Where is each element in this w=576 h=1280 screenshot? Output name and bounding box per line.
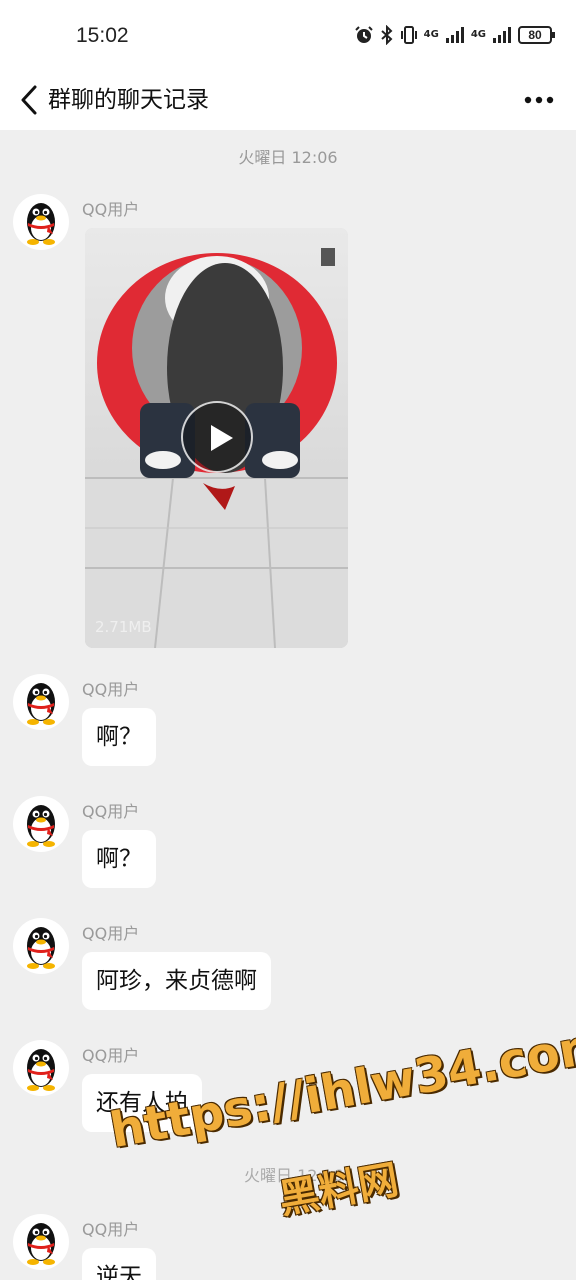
qq-penguin-icon — [27, 1223, 55, 1265]
video-thumbnail[interactable]: 2.71MB — [85, 228, 348, 648]
message-bubble[interactable]: 阿珍，来贞德啊 — [82, 952, 271, 1010]
avatar[interactable] — [13, 1214, 69, 1270]
sender-name: QQ用户 — [82, 680, 140, 699]
signal-icon — [493, 27, 511, 43]
play-icon[interactable] — [181, 401, 253, 473]
message-bubble[interactable]: 啊？ — [82, 830, 156, 888]
qq-penguin-icon — [27, 805, 55, 847]
qq-penguin-icon — [27, 927, 55, 969]
page-title: 群聊的聊天记录 — [48, 87, 209, 113]
time-divider: 火曜日 12:06 — [238, 148, 338, 167]
bluetooth-icon — [380, 25, 393, 45]
back-chevron-icon[interactable] — [16, 82, 42, 118]
qq-penguin-icon — [27, 203, 55, 245]
more-dots-icon[interactable] — [522, 84, 556, 116]
avatar[interactable] — [13, 674, 69, 730]
status-bar: 15:02 4G 4G 80 — [0, 0, 576, 70]
chat-message: QQ用户 啊？ — [0, 796, 576, 892]
vibrate-icon — [400, 26, 417, 44]
nav-bar: 群聊的聊天记录 — [0, 70, 576, 130]
qq-penguin-icon — [27, 1049, 55, 1091]
avatar[interactable] — [13, 1040, 69, 1096]
avatar[interactable] — [13, 796, 69, 852]
battery-level: 80 — [528, 28, 542, 42]
message-bubble[interactable]: 啊？ — [82, 708, 156, 766]
avatar[interactable] — [13, 918, 69, 974]
sender-name: QQ用户 — [82, 1220, 140, 1239]
battery-icon: 80 — [518, 26, 555, 44]
network-type-1: 4G — [423, 29, 439, 40]
network-type-2: 4G — [470, 29, 486, 40]
alarm-icon — [354, 26, 373, 43]
chat-message: QQ用户 阿珍，来贞德啊 — [0, 918, 576, 1014]
avatar[interactable] — [13, 194, 69, 250]
message-bubble[interactable]: 逆天 — [82, 1248, 156, 1280]
signal-icon — [445, 27, 464, 43]
chat-message: QQ用户 啊？ — [0, 674, 576, 770]
sender-name: QQ用户 — [82, 1046, 140, 1065]
status-icons: 4G 4G 80 — [354, 24, 555, 46]
sender-name: QQ用户 — [82, 802, 140, 821]
status-time: 15:02 — [76, 24, 129, 47]
sender-name: QQ用户 — [82, 924, 140, 943]
video-file-size: 2.71MB — [95, 618, 152, 636]
qq-penguin-icon — [27, 683, 55, 725]
sender-name: QQ用户 — [82, 200, 140, 219]
